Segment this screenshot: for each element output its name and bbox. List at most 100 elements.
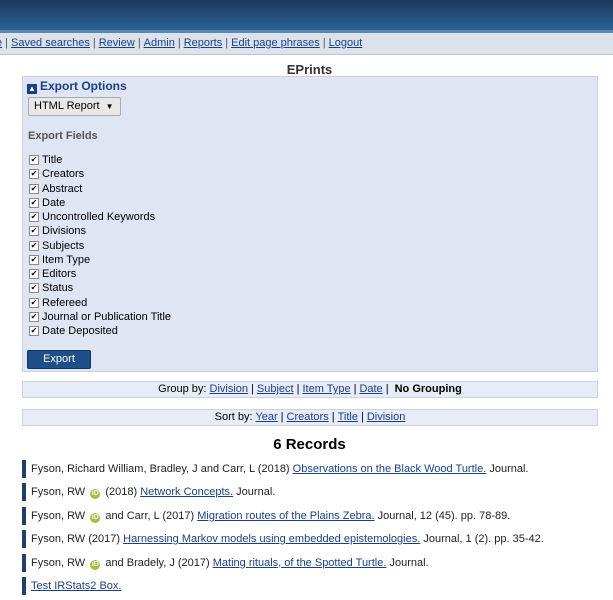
checkbox-checked[interactable]: ✔ — [29, 212, 39, 222]
export-field-divisions: ✔ Divisions — [29, 224, 171, 238]
link-separator: | — [251, 383, 254, 395]
records-count: 6 Records — [273, 436, 346, 453]
result-item: Fyson, RW iD and Carr, L (2017) Migratio… — [22, 506, 602, 530]
result-item: Fyson, RW (2017) Harnessing Markov model… — [22, 530, 602, 553]
group-by-item-type[interactable]: Item Type — [302, 383, 350, 395]
result-year: (2018) — [257, 463, 293, 475]
group-by-label: Group by: — [158, 383, 207, 395]
group-by-date[interactable]: Date — [359, 383, 382, 395]
link-separator: | — [385, 383, 389, 395]
export-field-label: Uncontrolled Keywords — [42, 211, 156, 223]
result-marker — [22, 506, 26, 525]
link-separator: | — [280, 411, 284, 423]
checkbox-checked[interactable]: ✔ — [29, 240, 39, 251]
export-format-select[interactable]: HTML Report ▼ — [28, 97, 121, 116]
result-citation: Test IRStats2 Box. — [31, 580, 121, 592]
export-field-label: Date Deposited — [42, 325, 118, 337]
checkbox-checked[interactable]: ✔ — [29, 326, 39, 336]
export-field-label: Status — [42, 282, 74, 295]
checkbox-checked[interactable]: ✔ — [29, 169, 39, 180]
checkbox-checked[interactable]: ✔ — [29, 297, 39, 308]
export-field-subjects: ✔ Subjects — [29, 239, 171, 253]
result-title-link[interactable]: Network Concepts. — [140, 486, 233, 498]
checkbox-checked[interactable]: ✔ — [29, 197, 39, 208]
menu-link-e[interactable]: e — [0, 37, 2, 49]
export-field-uncontrolled-keywords: ✔ Uncontrolled Keywords — [29, 210, 171, 224]
checkbox-checked[interactable]: ✔ — [29, 155, 39, 165]
checkbox-checked[interactable]: ✔ — [29, 311, 39, 322]
link-separator: | — [360, 411, 364, 423]
export-field-label: Subjects — [42, 239, 85, 252]
group-by-division[interactable]: Division — [210, 383, 249, 395]
result-citation: Fyson, Richard William, Bradley, J and C… — [31, 463, 528, 475]
sort-by-creators[interactable]: Creators — [287, 411, 329, 423]
group-by-subject[interactable]: Subject — [257, 383, 294, 395]
menu-separator: | — [177, 37, 181, 49]
export-field-journal-or-publication-title: ✔ Journal or Publication Title — [29, 310, 171, 324]
result-authors: Fyson, RW — [31, 556, 89, 569]
sort-by-year[interactable]: Year — [255, 411, 277, 423]
checkbox-checked[interactable]: ✔ — [29, 183, 39, 194]
export-field-label: Title — [42, 154, 63, 166]
export-field-creators: ✔ Creators — [29, 167, 171, 181]
menu-link-admin[interactable]: Admin — [144, 37, 175, 49]
result-authors: Fyson, Richard William, Bradley, J and C… — [31, 463, 258, 475]
checkbox-checked[interactable]: ✔ — [29, 226, 39, 237]
page-title: EPrints — [286, 62, 333, 77]
result-marker — [22, 460, 26, 478]
result-title-link[interactable]: Mating rituals, of the Spotted Turtle. — [213, 557, 387, 569]
export-field-date: ✔ Date — [29, 196, 171, 210]
result-publication: Journal. — [386, 556, 429, 569]
export-field-item-type: ✔ Item Type — [29, 253, 171, 267]
result-title-link[interactable]: Migration routes of the Plains Zebra. — [197, 510, 374, 522]
menu-link-saved-searches[interactable]: Saved searches — [11, 37, 90, 49]
result-title-link[interactable]: Test IRStats2 Box. — [31, 580, 121, 592]
checkbox-checked[interactable]: ✔ — [29, 283, 39, 294]
result-authors: Fyson, RW — [31, 486, 89, 499]
sort-by-bar: Sort by: Year | Creators | Title | Division — [22, 409, 598, 426]
collapse-toggle-icon[interactable]: ▲ — [27, 84, 37, 94]
export-field-label: Journal or Publication Title — [42, 310, 172, 323]
export-fields-heading: Export Fields — [28, 130, 98, 142]
top-menu-bar: e|Saved searches|Review|Admin|Reports|Ed… — [0, 33, 613, 55]
export-field-label: Divisions — [42, 225, 87, 238]
results-list: Fyson, Richard William, Bradley, J and C… — [22, 460, 602, 600]
orcid-icon[interactable]: iD — [90, 489, 101, 500]
menu-link-edit-page-phrases[interactable]: Edit page phrases — [231, 37, 320, 49]
result-title-link[interactable]: Observations on the Black Wood Turtle. — [293, 463, 487, 475]
result-publication: Journal. — [233, 486, 276, 499]
menu-link-logout[interactable]: Logout — [329, 37, 363, 49]
export-format-value: HTML Report — [34, 100, 100, 112]
group-by-bar: Group by: Division | Subject | Item Type | Dat… — [22, 381, 598, 398]
result-coauthors: and Bradely, J — [102, 556, 178, 569]
result-citation: Fyson, RW iD and Carr, L (2017) Migratio… — [31, 510, 510, 523]
export-field-abstract: ✔ Abstract — [29, 182, 171, 196]
export-options-panel: ▲ Export Options HTML Report ▼ Export Fiel… — [22, 76, 598, 372]
result-marker — [22, 553, 26, 572]
export-field-label: Item Type — [42, 253, 91, 266]
result-publication: Journal, 12 (45). pp. 78-89. — [374, 509, 511, 522]
result-title-link[interactable]: Harnessing Markov models using embedded … — [123, 533, 420, 545]
export-button[interactable]: Export — [27, 350, 91, 369]
sort-by-title[interactable]: Title — [338, 411, 358, 423]
export-options-toggle[interactable]: ▲ Export Options — [27, 79, 127, 95]
orcid-icon[interactable]: iD — [90, 559, 101, 570]
result-item: Test IRStats2 Box. — [22, 576, 602, 600]
sort-by-division[interactable]: Division — [367, 411, 406, 423]
menu-link-review[interactable]: Review — [99, 37, 135, 49]
export-field-label: Editors — [42, 268, 77, 280]
orcid-icon[interactable]: iD — [90, 512, 101, 523]
group-by-selected: No Grouping — [394, 383, 462, 395]
result-authors: Fyson, RW — [31, 509, 89, 522]
link-separator: | — [296, 383, 300, 395]
checkbox-checked[interactable]: ✔ — [29, 269, 39, 279]
menu-link-reports[interactable]: Reports — [184, 37, 223, 49]
export-field-editors: ✔ Editors — [29, 267, 171, 281]
export-field-status: ✔ Status — [29, 281, 171, 295]
chevron-down-icon: ▼ — [105, 102, 114, 111]
result-marker — [22, 530, 26, 549]
export-options-title[interactable]: Export Options — [40, 79, 127, 93]
checkbox-checked[interactable]: ✔ — [29, 254, 39, 265]
result-citation: Fyson, RW iD (2018) Network Concepts. Jo… — [31, 486, 276, 500]
menu-links: e|Saved searches|Review|Admin|Reports|Ed… — [0, 37, 362, 49]
